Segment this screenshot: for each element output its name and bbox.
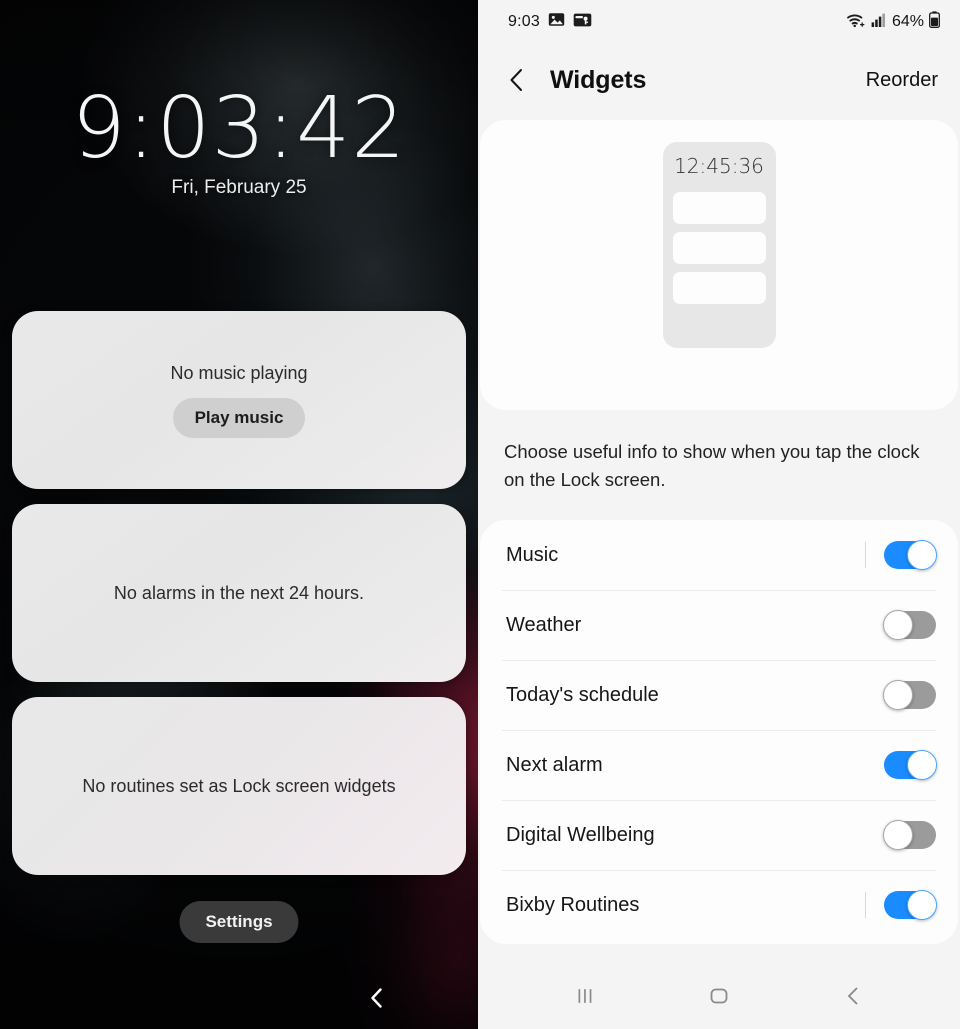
signal-icon [871, 12, 887, 33]
toggle-divider [865, 612, 866, 638]
toggle-switch-digital-wellbeing[interactable] [883, 820, 936, 851]
lock-clock: 9:03:42 Fri, February 25 [0, 79, 478, 199]
list-item[interactable]: Next alarm [480, 730, 958, 800]
toggle-area [865, 680, 936, 711]
list-item-label: Weather [506, 613, 582, 636]
chevron-left-icon[interactable] [502, 65, 532, 95]
preview-widget-slot [672, 232, 766, 264]
description-text: Choose useful info to show when you tap … [504, 441, 920, 491]
play-music-button[interactable]: Play music [172, 397, 306, 438]
toggle-thumb [907, 750, 937, 781]
toggle-thumb [883, 680, 913, 711]
lock-settings-button[interactable]: Settings [179, 901, 299, 943]
home-icon[interactable] [691, 974, 747, 1018]
toggle-thumb [907, 540, 937, 571]
android-navigation-bar [478, 963, 960, 1029]
toggle-switch-next-alarm[interactable] [884, 750, 937, 781]
lock-widget-alarm[interactable]: No alarms in the next 24 hours. [12, 504, 466, 682]
widget-preview-card: 12:45:36 [480, 120, 958, 410]
settings-panel: 9:03 64% Widgets Reorder 12:45:36 Choose… [478, 0, 960, 1029]
lock-widget-music[interactable]: No music playing Play music [12, 311, 466, 489]
list-item[interactable]: Weather [480, 590, 958, 660]
toggle-divider [865, 682, 866, 708]
app-bar: Widgets Reorder [478, 44, 960, 116]
toggle-divider [865, 892, 866, 919]
back-icon[interactable] [825, 974, 881, 1018]
status-bar-right: 64% [846, 11, 940, 33]
lock-clock-time: 9:03:42 [71, 79, 407, 178]
page-title: Widgets [550, 65, 647, 94]
list-item[interactable]: Bixby Routines [480, 870, 958, 940]
toggle-switch-weather[interactable] [883, 610, 936, 641]
battery-icon [929, 11, 940, 33]
preview-widget-slot [672, 272, 766, 304]
lock-widget-routines[interactable]: No routines set as Lock screen widgets [12, 697, 466, 875]
image-icon [548, 11, 565, 33]
widget-toggle-list: Music Weather Today's schedule Next alar… [480, 520, 958, 945]
recents-icon[interactable] [557, 974, 613, 1018]
toggle-switch-todays-schedule[interactable] [883, 680, 936, 711]
list-item[interactable]: Music [480, 520, 958, 590]
toggle-divider [865, 752, 866, 778]
screenshot-root: 9:03:42 Fri, February 25 No music playin… [0, 0, 960, 1029]
toggle-thumb [907, 890, 937, 921]
battery-percent-label: 64% [891, 13, 924, 30]
toggle-divider [865, 542, 866, 569]
toggle-area [865, 890, 937, 921]
routines-status-text: No routines set as Lock screen widgets [82, 775, 396, 796]
widget-preview-mock: 12:45:36 [662, 142, 776, 348]
toggle-thumb [883, 820, 913, 851]
toggle-area [865, 820, 936, 851]
preview-clock-time: 12:45:36 [674, 154, 764, 178]
status-bar: 9:03 64% [478, 0, 960, 44]
lock-screen-panel: 9:03:42 Fri, February 25 No music playin… [0, 0, 478, 1029]
list-item-label: Next alarm [506, 753, 603, 776]
preview-widget-slot [672, 192, 766, 224]
status-bar-left: 9:03 [508, 11, 592, 33]
toggle-divider [865, 822, 866, 848]
list-item-label: Bixby Routines [506, 893, 640, 916]
reorder-button[interactable]: Reorder [866, 69, 938, 92]
toggle-switch-music[interactable] [884, 540, 937, 571]
toggle-area [865, 750, 937, 781]
list-item-label: Music [506, 543, 559, 566]
list-item[interactable]: Digital Wellbeing [480, 800, 958, 870]
wifi-icon [846, 12, 866, 33]
lock-clock-date: Fri, February 25 [171, 176, 307, 198]
list-item-label: Today's schedule [506, 683, 659, 706]
status-bar-clock: 9:03 [508, 13, 540, 30]
music-status-text: No music playing [170, 362, 308, 383]
chevron-left-icon[interactable] [364, 985, 390, 1011]
alarm-status-text: No alarms in the next 24 hours. [113, 582, 365, 603]
toggle-switch-bixby-routines[interactable] [884, 890, 937, 921]
list-item-label: Digital Wellbeing [506, 823, 655, 846]
toggle-area [865, 540, 937, 571]
card-key-icon [573, 12, 592, 33]
list-item[interactable]: Today's schedule [480, 660, 958, 730]
toggle-thumb [883, 610, 913, 641]
toggle-area [865, 610, 936, 641]
